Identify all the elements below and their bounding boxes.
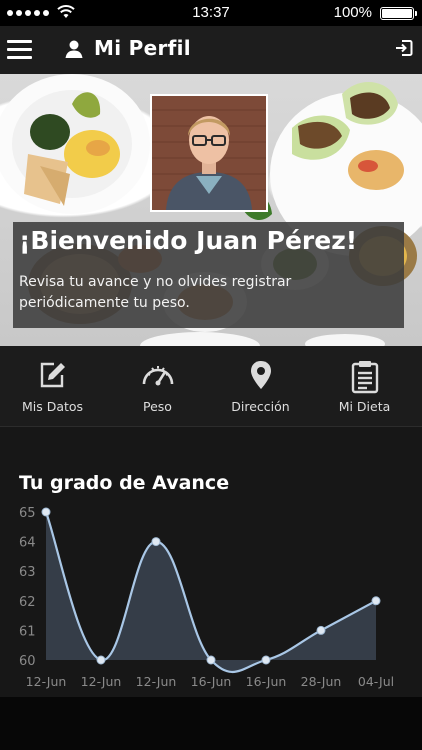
y-tick-label: 65 (19, 506, 36, 521)
x-tick-label: 12-Jun (81, 674, 122, 689)
clipboard-icon (351, 361, 378, 394)
x-tick-label: 12-Jun (26, 674, 67, 689)
menu-item-direccion[interactable]: Dirección (208, 346, 313, 426)
x-tick-label: 16-Jun (191, 674, 232, 689)
battery-percentage: 100% (333, 4, 372, 21)
chart-point (261, 655, 271, 665)
edit-icon (40, 362, 65, 388)
user-icon (65, 40, 83, 58)
progress-chart-plot: 65 64 63 62 61 60 12-Jun 12-Jun 12-Jun 16-Jun 16-J… (19, 506, 394, 689)
y-tick-label: 63 (19, 565, 36, 580)
location-pin-icon (250, 361, 271, 389)
chart-point (96, 655, 106, 665)
chart-point (371, 596, 381, 606)
x-tick-label: 16-Jun (246, 674, 287, 689)
profile-photo (150, 94, 268, 212)
welcome-message: Revisa tu avance y no olvides registrar … (19, 274, 292, 311)
progress-chart: Tu grado de Avance 65 64 63 62 61 60 12-Jun 12-… (0, 427, 422, 697)
status-bar: 13:37 100% (0, 0, 422, 26)
menu-item-mi-dieta[interactable]: Mi Dieta (312, 346, 417, 426)
hamburger-menu-icon[interactable] (7, 40, 32, 60)
battery-icon (380, 7, 417, 20)
welcome-title: ¡Bienvenido Juan Pérez! (19, 226, 358, 255)
bottom-bar (0, 697, 422, 750)
menu-item-mis-datos[interactable]: Mis Datos (0, 346, 105, 426)
y-tick-label: 62 (19, 595, 36, 610)
chart-area-fill (46, 512, 376, 672)
profile-menu: Mis Datos Peso Dirección Mi Dieta (0, 346, 422, 427)
page-title: Mi Perfil (94, 36, 191, 60)
hero-banner: ¡Bienvenido Juan Pérez! Revisa tu avance… (0, 74, 422, 346)
x-tick-label: 28-Jun (301, 674, 342, 689)
x-tick-label: 04-Jul (358, 674, 394, 689)
avatar (152, 96, 266, 210)
y-tick-label: 64 (19, 536, 36, 551)
y-tick-label: 61 (19, 624, 36, 639)
logout-icon[interactable] (394, 39, 413, 57)
menu-item-label: Peso (143, 399, 172, 414)
menu-item-label: Mis Datos (21, 399, 84, 414)
chart-point (316, 625, 326, 635)
chart-point (151, 537, 161, 547)
menu-item-peso[interactable]: Peso (105, 346, 210, 426)
nav-bar: Mi Perfil (0, 26, 422, 74)
y-tick-label: 60 (19, 654, 36, 669)
menu-item-label: Dirección (231, 399, 290, 414)
speedometer-icon (142, 366, 173, 386)
chart-point (41, 507, 51, 517)
welcome-panel: ¡Bienvenido Juan Pérez! Revisa tu avance… (13, 222, 404, 328)
x-tick-label: 12-Jun (136, 674, 177, 689)
chart-point (206, 655, 216, 665)
menu-item-label: Mi Dieta (338, 399, 391, 414)
